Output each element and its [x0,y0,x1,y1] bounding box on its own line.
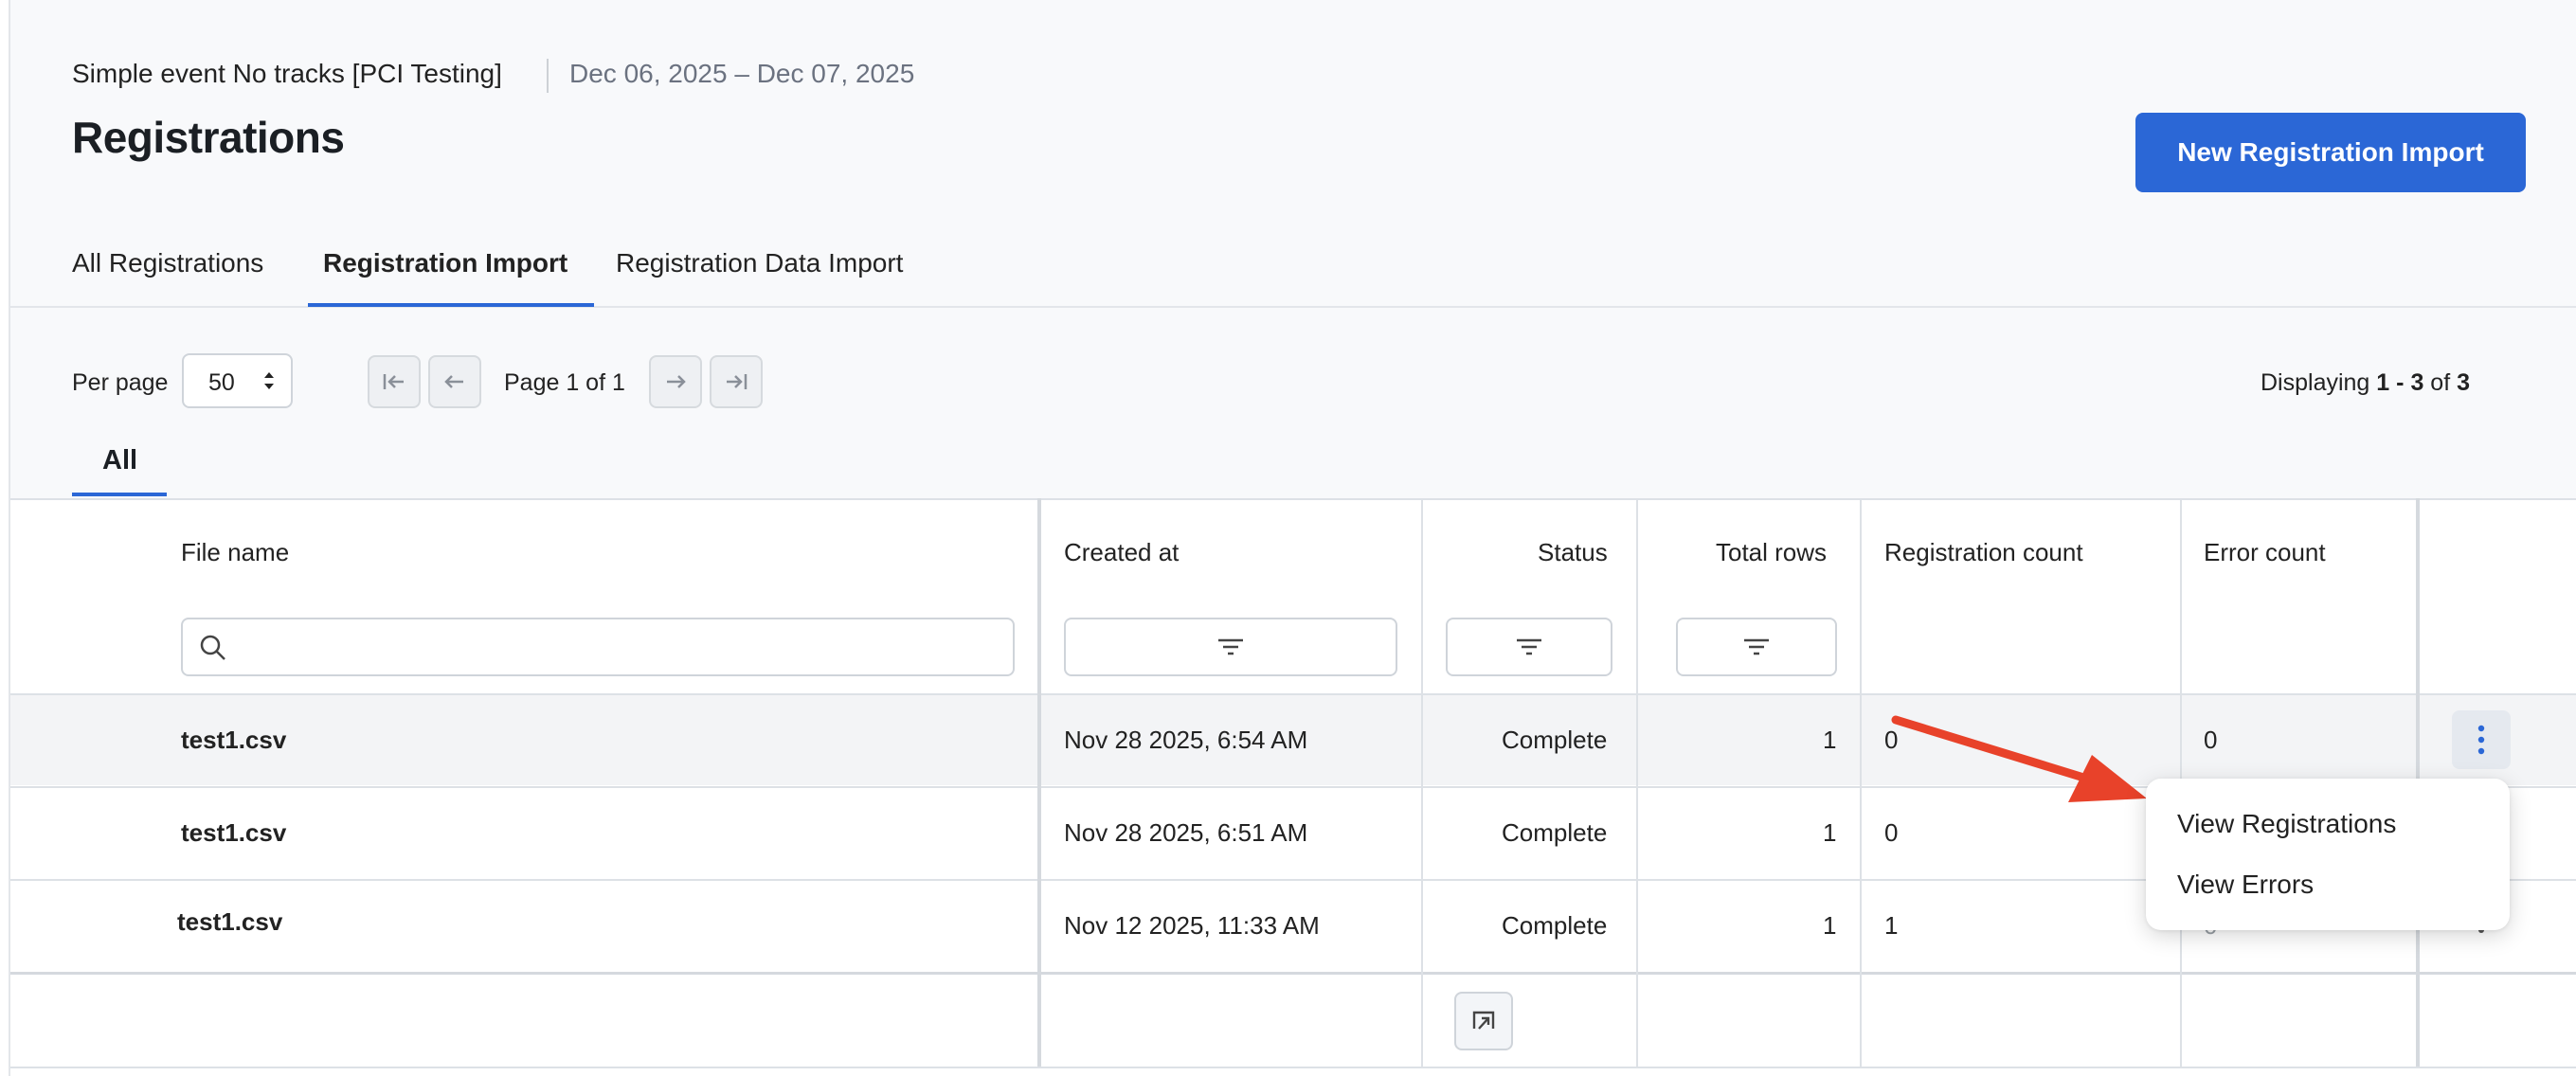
search-icon [200,635,225,660]
tab-all-registrations[interactable]: All Registrations [72,248,263,278]
displaying-prefix: Displaying [2261,369,2370,396]
row-border [10,972,2576,975]
row-3-total-rows: 1 [1823,911,1837,940]
row-actions-menu: View Registrations View Errors [2146,779,2510,930]
column-separator [1421,498,1423,1067]
column-header-status[interactable]: Status [1538,538,1608,567]
row-2-file-name[interactable]: test1.csv [181,818,286,848]
per-page-value: 50 [208,369,235,396]
total-rows-filter-button[interactable] [1676,618,1837,676]
page-title: Registrations [72,113,345,162]
first-page-icon [383,374,404,389]
column-header-registration-count[interactable]: Registration count [1884,538,2083,567]
range-separator: - [2396,369,2405,396]
column-header-total-rows[interactable]: Total rows [1716,538,1827,567]
event-name: Simple event No tracks [PCI Testing] [72,59,502,88]
next-page-button[interactable] [649,355,702,408]
filter-icon [1218,638,1243,655]
filter-icon [1517,638,1541,655]
prev-page-icon [444,375,463,388]
file-name-search-input[interactable] [236,625,994,669]
page-indicator: Page 1 of 1 [504,369,625,396]
menu-item-view-errors[interactable]: View Errors [2177,870,2314,900]
collapse-panel-icon [1472,1011,1495,1030]
filter-tab-indicator [72,493,167,496]
last-page-icon [727,374,748,389]
collapse-panel-button[interactable] [1454,992,1513,1050]
new-registration-import-button[interactable]: New Registration Import [2135,113,2526,192]
first-page-button[interactable] [368,355,421,408]
per-page-select[interactable]: 50 [182,353,293,408]
filter-tab-all[interactable]: All [102,445,137,476]
file-name-search-field[interactable] [181,618,1015,676]
annotation-arrow [1891,715,2147,802]
next-page-icon [667,375,686,388]
table-top-border [10,498,2576,500]
page: Simple event No tracks [PCI Testing] Dec… [9,0,2576,1076]
row-1-status: Complete [1502,726,1608,754]
row-1-file-name[interactable]: test1.csv [181,726,286,755]
row-2-total-rows: 1 [1823,818,1837,847]
row-3-file-name[interactable]: test1.csv [177,907,282,937]
per-page-label: Per page [72,369,169,396]
column-separator [1636,498,1638,1067]
row-1-error-count: 0 [2204,726,2218,754]
row-2-registration-count: 0 [1884,818,1899,847]
sort-arrows-icon [264,372,274,389]
row-1-total-rows: 1 [1823,726,1837,754]
active-tab-indicator [308,303,594,307]
filter-icon [1744,638,1769,655]
status-filter-button[interactable] [1446,618,1612,676]
row-1-created-at: Nov 28 2025, 6:54 AM [1064,726,1308,754]
table-bottom-border [10,1067,2576,1068]
event-date-range: Dec 06, 2025 – Dec 07, 2025 [569,59,915,88]
column-separator [1860,498,1862,1067]
created-at-filter-button[interactable] [1064,618,1397,676]
menu-item-view-registrations[interactable]: View Registrations [2177,809,2396,839]
last-page-button[interactable] [710,355,763,408]
row-3-status: Complete [1502,911,1608,940]
of-word: of [2430,369,2451,396]
header-bottom-border [10,693,2576,695]
row-1-actions-button[interactable] [2452,710,2511,769]
header-divider [547,59,549,93]
total-count: 3 [2457,369,2471,396]
tab-registration-data-import[interactable]: Registration Data Import [616,248,903,278]
column-header-file-name[interactable]: File name [181,538,289,567]
column-header-error-count[interactable]: Error count [2204,538,2326,567]
row-3-registration-count: 1 [1884,911,1899,940]
row-3-created-at: Nov 12 2025, 11:33 AM [1064,911,1320,940]
kebab-menu-icon [2477,725,2485,755]
column-header-created-at[interactable]: Created at [1064,538,1179,567]
range-start: 1 [2376,369,2390,396]
column-separator [1037,498,1041,1067]
displaying-summary: Displaying 1 - 3 of 3 [2261,369,2470,397]
row-2-created-at: Nov 28 2025, 6:51 AM [1064,818,1308,847]
tab-registration-import[interactable]: Registration Import [323,248,567,278]
prev-page-button[interactable] [428,355,481,408]
row-2-status: Complete [1502,818,1608,847]
range-end: 3 [2410,369,2424,396]
